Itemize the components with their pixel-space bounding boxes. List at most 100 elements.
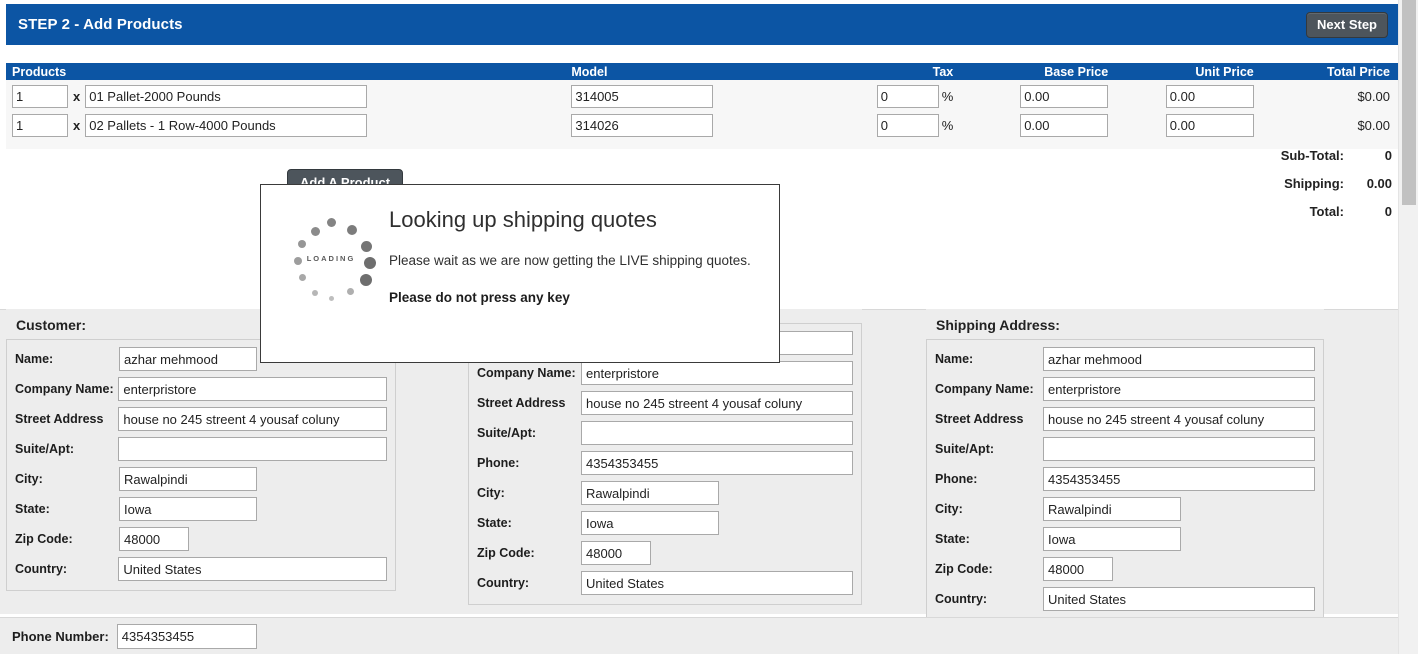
product-tax-input[interactable] xyxy=(876,84,939,108)
billing-city-input[interactable] xyxy=(581,481,719,505)
billing-phone-label: Phone: xyxy=(477,456,520,470)
vertical-scrollbar[interactable] xyxy=(1398,0,1418,654)
products-table-header: Products Model Tax Base Price Unit Price… xyxy=(6,63,1398,80)
shipping-country-row: Country: xyxy=(935,584,1315,614)
product-tax-input[interactable] xyxy=(876,113,939,137)
products-table: Products Model Tax Base Price Unit Price… xyxy=(6,63,1398,149)
product-quantity-input[interactable] xyxy=(12,113,68,137)
billing-state-label: State: xyxy=(477,516,512,530)
billing-company-input[interactable] xyxy=(581,361,853,385)
table-row: x % $0.00 xyxy=(6,112,1398,138)
customer-street-input[interactable] xyxy=(118,407,387,431)
percent-symbol: % xyxy=(941,117,954,133)
dialog-title: Looking up shipping quotes xyxy=(389,207,657,232)
loading-spinner-label: LOADING xyxy=(306,254,356,263)
shipping-panel-title: Shipping Address: xyxy=(936,317,1060,333)
billing-suite-row: Suite/Apt: xyxy=(477,418,853,448)
billing-state-row: State: xyxy=(477,508,853,538)
product-unit-price-input[interactable] xyxy=(1165,84,1254,108)
phone-number-input[interactable] xyxy=(116,623,257,649)
product-model-input[interactable] xyxy=(571,84,714,108)
product-base-price-input[interactable] xyxy=(1020,113,1109,137)
billing-suite-label: Suite/Apt: xyxy=(477,426,537,440)
shipping-city-row: City: xyxy=(935,494,1315,524)
product-name-input[interactable] xyxy=(85,84,368,108)
shipping-country-label: Country: xyxy=(935,592,988,606)
column-header-base-price: Base Price xyxy=(1044,64,1109,79)
billing-street-input[interactable] xyxy=(581,391,853,415)
customer-panel-box: Name: Company Name: Street Address Suite… xyxy=(6,339,396,591)
customer-suite-row: Suite/Apt: xyxy=(15,434,387,464)
customer-name-label: Name: xyxy=(15,352,54,366)
column-header-total-price: Total Price xyxy=(1327,64,1390,79)
shipping-zip-row: Zip Code: xyxy=(935,554,1315,584)
customer-name-input[interactable] xyxy=(119,347,257,371)
dialog-message: Please wait as we are now getting the LI… xyxy=(389,253,751,268)
billing-country-row: Country: xyxy=(477,568,853,598)
product-unit-price-input[interactable] xyxy=(1165,113,1254,137)
shipping-phone-label: Phone: xyxy=(935,472,978,486)
shipping-street-input[interactable] xyxy=(1043,407,1315,431)
page-title: STEP 2 - Add Products xyxy=(18,16,183,33)
loading-spinner-icon: LOADING xyxy=(285,216,377,308)
shipping-city-label: City: xyxy=(935,502,963,516)
customer-suite-label: Suite/Apt: xyxy=(15,442,75,456)
customer-company-label: Company Name: xyxy=(15,382,114,396)
phone-number-row: Phone Number: xyxy=(0,617,1398,654)
shipping-panel-box: Name: Company Name: Street Address Suite… xyxy=(926,339,1324,621)
column-header-tax: Tax xyxy=(932,64,954,79)
customer-suite-input[interactable] xyxy=(118,437,387,461)
product-total-price: $0.00 xyxy=(1357,117,1390,133)
billing-phone-input[interactable] xyxy=(581,451,853,475)
scrollbar-thumb[interactable] xyxy=(1402,0,1416,205)
shipping-country-input[interactable] xyxy=(1043,587,1315,611)
billing-street-row: Street Address xyxy=(477,388,853,418)
billing-phone-row: Phone: xyxy=(477,448,853,478)
billing-state-input[interactable] xyxy=(581,511,719,535)
shipping-suite-input[interactable] xyxy=(1043,437,1315,461)
shipping-phone-input[interactable] xyxy=(1043,467,1315,491)
product-base-price-input[interactable] xyxy=(1020,84,1109,108)
customer-zip-row: Zip Code: xyxy=(15,524,387,554)
shipping-street-row: Street Address xyxy=(935,404,1315,434)
phone-number-label: Phone Number: xyxy=(12,628,109,644)
product-name-input[interactable] xyxy=(85,113,368,137)
shipping-state-input[interactable] xyxy=(1043,527,1181,551)
product-model-input[interactable] xyxy=(571,113,714,137)
customer-state-input[interactable] xyxy=(119,497,257,521)
billing-country-input[interactable] xyxy=(581,571,853,595)
order-totals: Sub-Total: 0 Shipping: 0.00 Total: 0 xyxy=(1281,148,1392,232)
customer-city-label: City: xyxy=(15,472,43,486)
page-root: STEP 2 - Add Products Next Step Products… xyxy=(0,0,1418,654)
shipping-phone-row: Phone: xyxy=(935,464,1315,494)
loading-shipping-quotes-dialog: LOADING Looking up shipping quotes Pleas… xyxy=(260,184,780,363)
customer-zip-input[interactable] xyxy=(119,527,189,551)
customer-state-label: State: xyxy=(15,502,50,516)
percent-symbol: % xyxy=(941,88,954,104)
billing-city-row: City: xyxy=(477,478,853,508)
customer-country-row: Country: xyxy=(15,554,387,584)
product-quantity-input[interactable] xyxy=(12,84,68,108)
customer-country-input[interactable] xyxy=(118,557,387,581)
subtotal-label: Sub-Total: xyxy=(1280,148,1344,163)
billing-zip-label: Zip Code: xyxy=(477,546,535,560)
customer-company-input[interactable] xyxy=(118,377,387,401)
shipping-company-input[interactable] xyxy=(1043,377,1315,401)
shipping-zip-label: Zip Code: xyxy=(935,562,993,576)
shipping-city-input[interactable] xyxy=(1043,497,1181,521)
step-header-bar: STEP 2 - Add Products Next Step xyxy=(6,4,1398,45)
customer-company-row: Company Name: xyxy=(15,374,387,404)
next-step-button[interactable]: Next Step xyxy=(1306,11,1388,38)
total-label: Total: xyxy=(1309,204,1344,219)
billing-suite-input[interactable] xyxy=(581,421,853,445)
shipping-zip-input[interactable] xyxy=(1043,557,1113,581)
billing-panel-box: Company Name: Street Address Suite/Apt: … xyxy=(468,323,862,605)
billing-zip-input[interactable] xyxy=(581,541,651,565)
customer-street-label: Street Address xyxy=(15,412,104,426)
customer-city-input[interactable] xyxy=(119,467,257,491)
billing-city-label: City: xyxy=(477,486,505,500)
total-value: 0 xyxy=(1384,204,1392,219)
column-header-unit-price: Unit Price xyxy=(1195,64,1254,79)
shipping-state-label: State: xyxy=(935,532,970,546)
shipping-name-input[interactable] xyxy=(1043,347,1315,371)
